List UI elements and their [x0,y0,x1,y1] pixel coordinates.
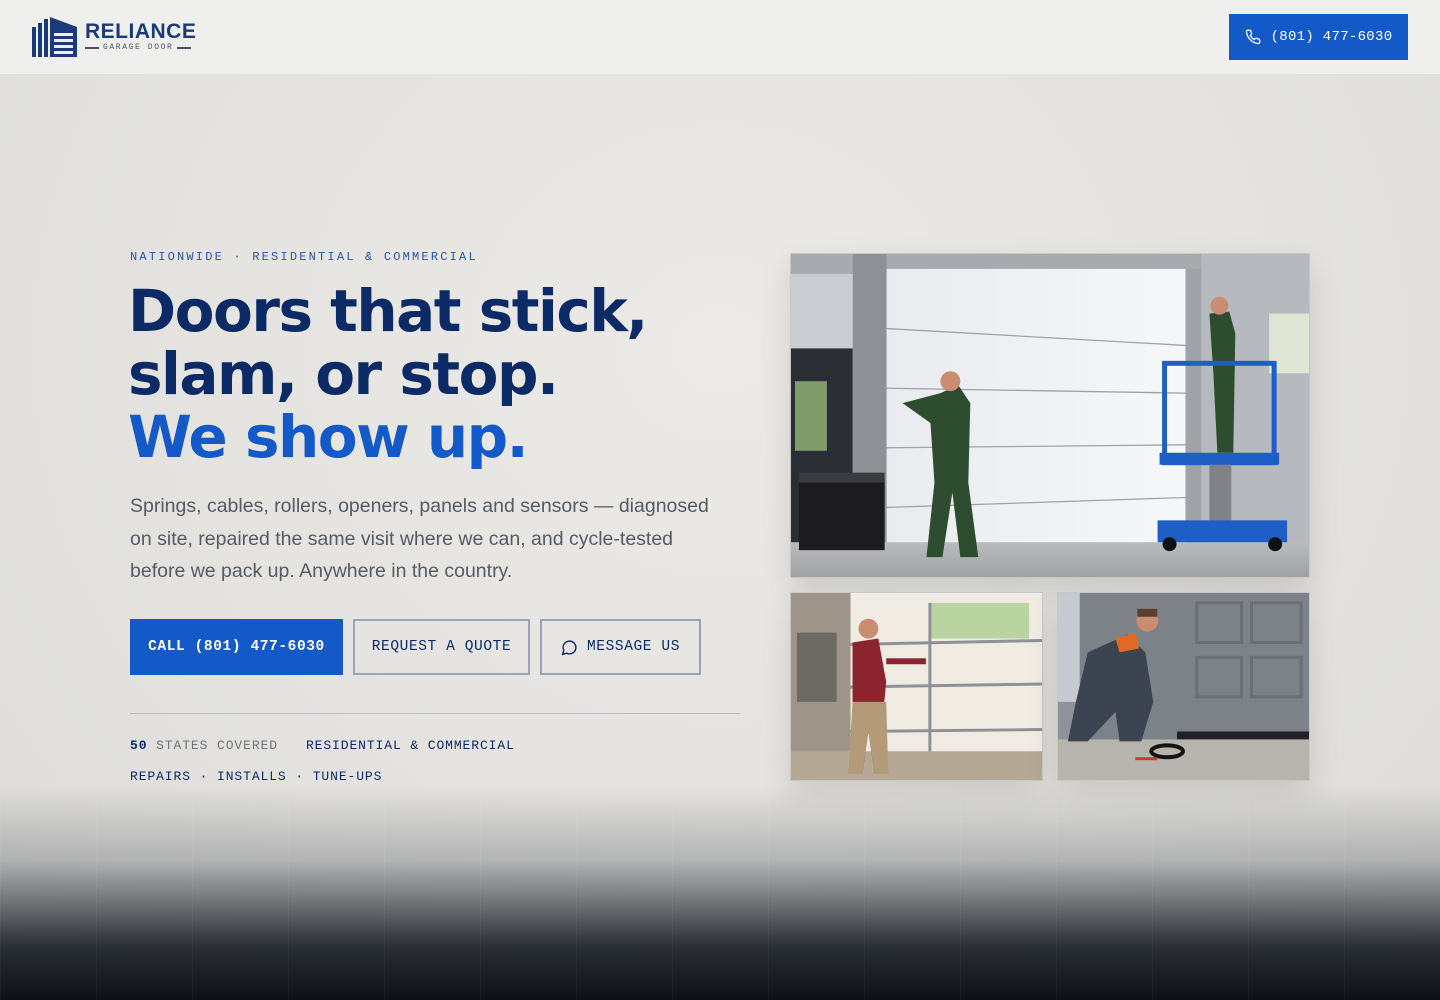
photo-main-illustration [791,254,1309,577]
stats-row-1: 50 STATES COVERED RESIDENTIAL & COMMERCI… [130,738,515,753]
photo-technician-door-seal [1057,592,1310,781]
photo-a-illustration [791,593,1042,780]
stats-divider [130,713,740,714]
logo-dash-left [85,47,99,49]
call-button-label: CALL (801) 477-6030 [148,639,325,655]
header-phone-label: (801) 477-6030 [1270,29,1393,45]
logo-wordmark: RELIANCE GARAGE DOOR [85,21,196,53]
logo-dash-right [177,47,192,49]
message-us-button[interactable]: MESSAGE US [540,619,701,675]
chat-bubble-icon [561,639,577,655]
cta-button-group: CALL (801) 477-6030 REQUEST A QUOTE MESS… [130,619,701,675]
logo[interactable]: RELIANCE GARAGE DOOR [31,17,196,57]
hero-description: Springs, cables, rollers, openers, panel… [130,495,709,582]
logo-subtitle-text: GARAGE DOOR [103,43,174,52]
hero-eyebrow: NATIONWIDE · RESIDENTIAL & COMMERCIAL [130,250,478,264]
hero-headline: Doors that stick, slam, or stop. We show… [128,280,768,469]
photo-technicians-installing-door [790,253,1310,578]
site-header: RELIANCE GARAGE DOOR (801) 477-6030 [0,0,1440,74]
phone-icon [1245,29,1260,45]
services-stat: REPAIRS · INSTALLS · TUNE-UPS [130,769,383,784]
photo-technician-glass-door [790,592,1043,781]
segments-stat: RESIDENTIAL & COMMERCIAL [305,738,515,753]
headline-accent: We show up. [128,403,529,471]
footer-grid-pattern [0,800,1440,1000]
states-label: STATES COVERED [156,738,278,753]
call-button[interactable]: CALL (801) 477-6030 [130,619,343,675]
message-us-label: MESSAGE US [586,639,680,655]
headline-line-1: Doors that stick, [128,277,648,345]
photo-b-illustration [1058,593,1309,780]
request-quote-label: REQUEST A QUOTE [371,639,512,655]
logo-subtitle: GARAGE DOOR [85,43,196,53]
header-phone-button[interactable]: (801) 477-6030 [1229,14,1408,60]
headline-line-2: slam, or stop. [128,340,559,408]
states-number: 50 [130,738,148,753]
logo-garage-icon [32,17,77,57]
logo-title: RELIANCE [85,20,197,43]
states-covered-stat: 50 STATES COVERED [130,738,278,753]
request-quote-button[interactable]: REQUEST A QUOTE [353,619,530,675]
